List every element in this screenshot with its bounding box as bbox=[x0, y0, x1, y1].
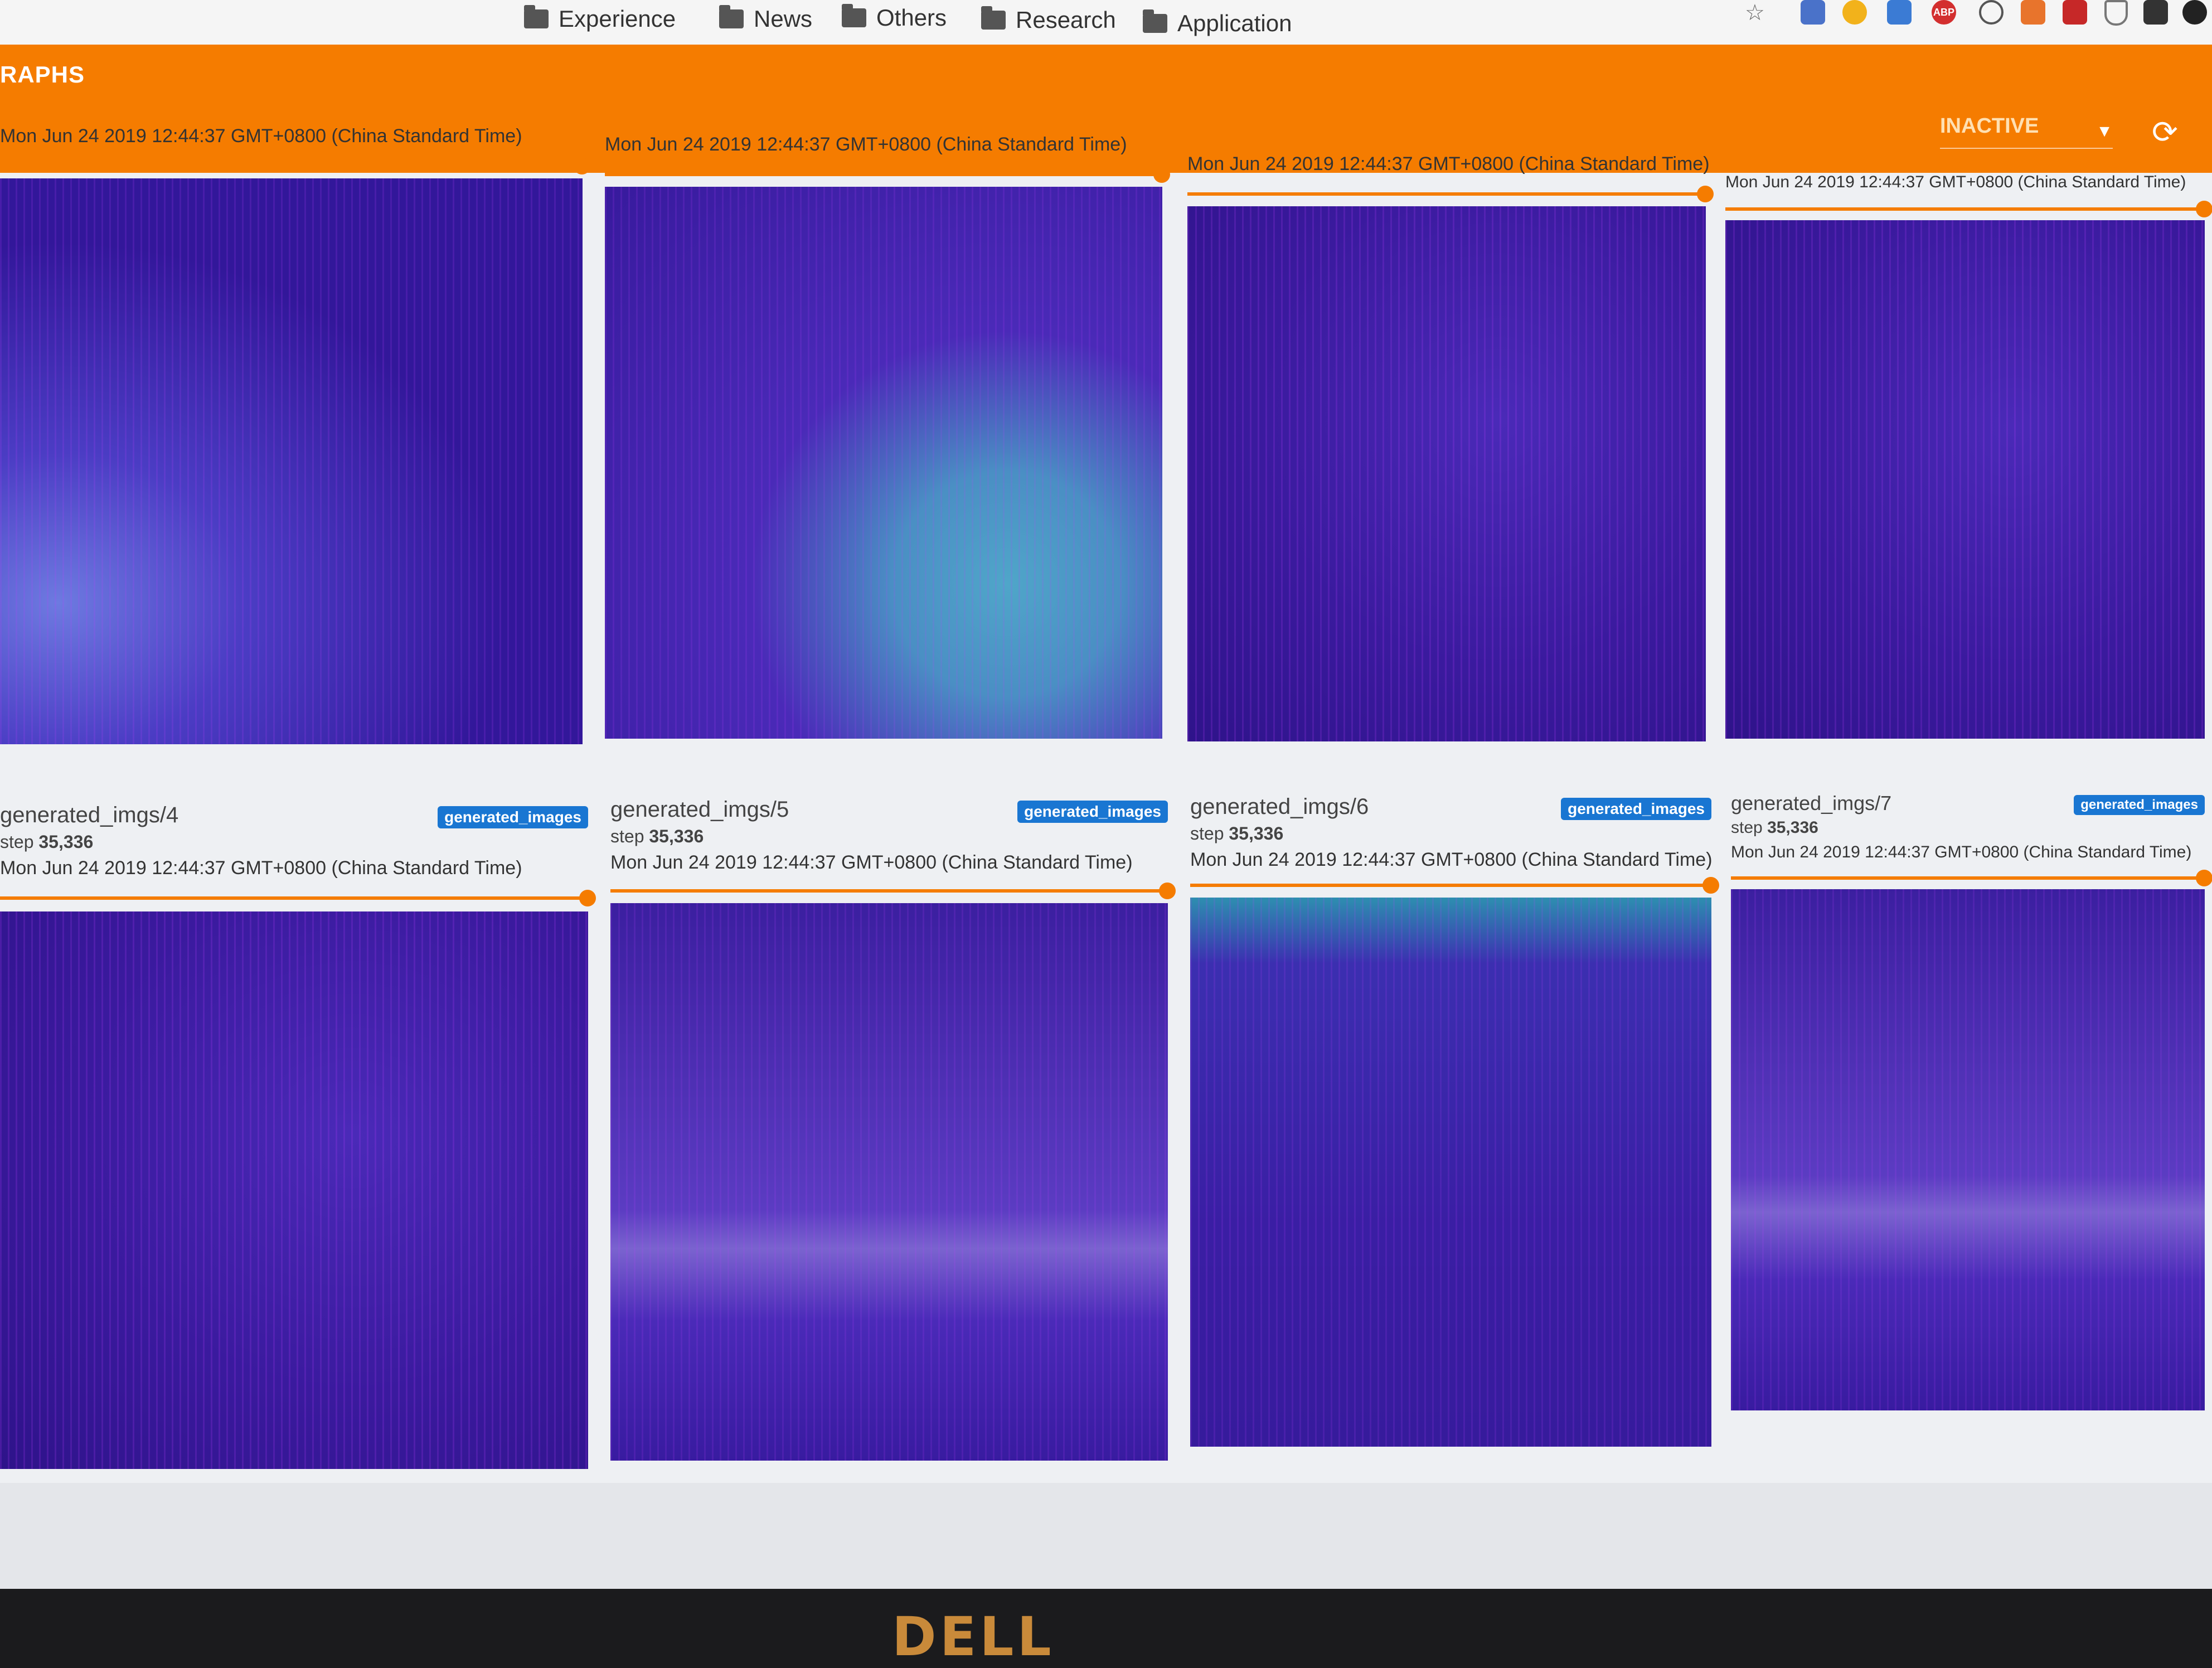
timestamp: Mon Jun 24 2019 12:44:37 GMT+0800 (China… bbox=[610, 852, 1133, 873]
generated-image bbox=[1190, 898, 1711, 1447]
card-title: generated_imgs/6 bbox=[1190, 794, 1369, 819]
card-title: generated_imgs/7 bbox=[1731, 792, 1892, 814]
screen: Experience News Others Research Applicat… bbox=[0, 0, 2212, 1589]
generated-image bbox=[610, 903, 1168, 1461]
folder-icon bbox=[842, 4, 866, 27]
bookmark-research[interactable]: Research bbox=[981, 3, 1116, 37]
github-icon[interactable] bbox=[2182, 0, 2207, 25]
card-header: generated_imgs/5 generated_images step 3… bbox=[610, 797, 1168, 881]
fox-icon[interactable] bbox=[2021, 0, 2045, 25]
timestamp: Mon Jun 24 2019 12:44:37 GMT+0800 (China… bbox=[1187, 153, 1710, 174]
slider-knob[interactable] bbox=[1153, 166, 1170, 183]
bookmark-label: Research bbox=[1016, 7, 1116, 33]
chevron-down-icon: ▼ bbox=[2096, 122, 2113, 140]
dashboard-icon[interactable] bbox=[1887, 0, 1912, 25]
slider-knob[interactable] bbox=[1697, 186, 1714, 202]
image-card: generated_imgs/7 generated_images step 3… bbox=[1731, 792, 2212, 1416]
zotero-icon[interactable] bbox=[2063, 0, 2087, 25]
card-title: generated_imgs/4 bbox=[0, 803, 179, 827]
run-select-value: INACTIVE bbox=[1940, 114, 2039, 138]
bookmark-experience[interactable]: Experience bbox=[524, 2, 676, 36]
tag-badge: generated_images bbox=[438, 806, 588, 828]
tag-badge: generated_images bbox=[1561, 798, 1711, 820]
image-card: generated_imgs/6 generated_images step 3… bbox=[1190, 794, 1719, 1455]
chrome-icon[interactable] bbox=[1842, 0, 1867, 25]
bookmarks-bar: Experience News Others Research Applicat… bbox=[0, 0, 2212, 45]
step-value: 35,336 bbox=[649, 826, 704, 846]
generated-image bbox=[1731, 889, 2205, 1410]
step-slider[interactable] bbox=[605, 166, 1170, 183]
shield-icon[interactable] bbox=[2104, 0, 2128, 26]
step-slider[interactable] bbox=[0, 158, 590, 174]
folder-icon bbox=[719, 5, 744, 28]
step-slider[interactable] bbox=[1190, 877, 1719, 894]
generated-image bbox=[1725, 220, 2205, 739]
slider-knob[interactable] bbox=[2196, 870, 2212, 886]
step-slider[interactable] bbox=[0, 890, 596, 906]
tag-badge: generated_images bbox=[1017, 801, 1168, 823]
card-title: generated_imgs/5 bbox=[610, 797, 789, 822]
timestamp: Mon Jun 24 2019 12:44:37 GMT+0800 (China… bbox=[1725, 173, 2186, 191]
image-card: generated_imgs/5 generated_images step 3… bbox=[610, 797, 1176, 1466]
timestamp: Mon Jun 24 2019 12:44:37 GMT+0800 (China… bbox=[605, 134, 1127, 155]
step-info: step 35,336 bbox=[1190, 823, 1283, 844]
bookmark-label: Experience bbox=[559, 6, 676, 32]
card-header: generated_imgs/7 generated_images step 3… bbox=[1731, 792, 2205, 875]
slider-knob[interactable] bbox=[1159, 883, 1176, 899]
image-card: generated_imgs/4 generated_images step 3… bbox=[0, 803, 596, 1475]
step-slider[interactable] bbox=[1187, 186, 1714, 202]
slider-knob[interactable] bbox=[579, 890, 596, 906]
image-card: Mon Jun 24 2019 12:44:37 GMT+0800 (China… bbox=[605, 134, 1170, 744]
step-info: step 35,336 bbox=[0, 832, 93, 852]
puzzle-icon[interactable] bbox=[2143, 0, 2168, 25]
slider-knob[interactable] bbox=[2196, 201, 2212, 217]
bookmark-label: Others bbox=[876, 4, 947, 31]
tag-badge: generated_images bbox=[2074, 795, 2205, 815]
star-icon[interactable]: ☆ bbox=[1745, 0, 1769, 25]
step-slider[interactable] bbox=[1725, 201, 2212, 217]
image-card: Mon Jun 24 2019 12:44:37 GMT+0800 (China… bbox=[1725, 173, 2212, 744]
step-slider[interactable] bbox=[1731, 870, 2212, 886]
bookmark-others[interactable]: Others bbox=[842, 1, 947, 35]
timestamp: Mon Jun 24 2019 12:44:37 GMT+0800 (China… bbox=[1731, 843, 2192, 861]
step-info: step 35,336 bbox=[610, 826, 704, 847]
image-card: Mon Jun 24 2019 12:44:37 GMT+0800 (China… bbox=[1187, 153, 1714, 744]
bookmark-application[interactable]: Application bbox=[1143, 7, 1292, 40]
extension-blue-icon[interactable] bbox=[1801, 0, 1825, 25]
run-select[interactable]: INACTIVE ▼ bbox=[1940, 114, 2113, 149]
timestamp: Mon Jun 24 2019 12:44:37 GMT+0800 (China… bbox=[1190, 849, 1713, 870]
card-header: generated_imgs/6 generated_images step 3… bbox=[1190, 794, 1713, 878]
folder-icon bbox=[524, 5, 549, 28]
step-value: 35,336 bbox=[1229, 823, 1284, 843]
timestamp: Mon Jun 24 2019 12:44:37 GMT+0800 (China… bbox=[0, 857, 522, 879]
step-label: step bbox=[0, 832, 34, 852]
bookmark-news[interactable]: News bbox=[719, 2, 812, 36]
step-label: step bbox=[610, 826, 644, 846]
timestamp: Mon Jun 24 2019 12:44:37 GMT+0800 (China… bbox=[0, 125, 522, 147]
step-slider[interactable] bbox=[610, 883, 1176, 899]
generated-image bbox=[1187, 206, 1706, 741]
folder-icon bbox=[1143, 9, 1167, 33]
app-title: RAPHS bbox=[0, 61, 85, 88]
monitor-brand-logo: DELL bbox=[892, 1606, 1055, 1668]
bookmark-label: Application bbox=[1177, 10, 1292, 36]
step-label: step bbox=[1190, 823, 1224, 843]
step-value: 35,336 bbox=[1767, 818, 1818, 837]
refresh-icon[interactable]: ⟳ bbox=[2152, 114, 2178, 151]
generated-image bbox=[0, 178, 583, 744]
image-card: Mon Jun 24 2019 12:44:37 GMT+0800 (China… bbox=[0, 125, 590, 750]
generated-image bbox=[0, 911, 588, 1469]
step-label: step bbox=[1731, 818, 1763, 837]
adblock-icon[interactable]: ABP bbox=[1932, 0, 1956, 25]
slider-knob[interactable] bbox=[1702, 877, 1719, 894]
folder-icon bbox=[981, 6, 1006, 30]
step-value: 35,336 bbox=[38, 832, 94, 852]
content-footer-area bbox=[0, 1483, 2212, 1589]
slider-knob[interactable] bbox=[574, 158, 590, 174]
speedometer-icon[interactable] bbox=[1979, 0, 2004, 25]
step-info: step 35,336 bbox=[1731, 818, 1818, 837]
bookmark-label: News bbox=[754, 6, 813, 32]
card-header: generated_imgs/4 generated_images step 3… bbox=[0, 803, 588, 886]
generated-image bbox=[605, 187, 1162, 739]
